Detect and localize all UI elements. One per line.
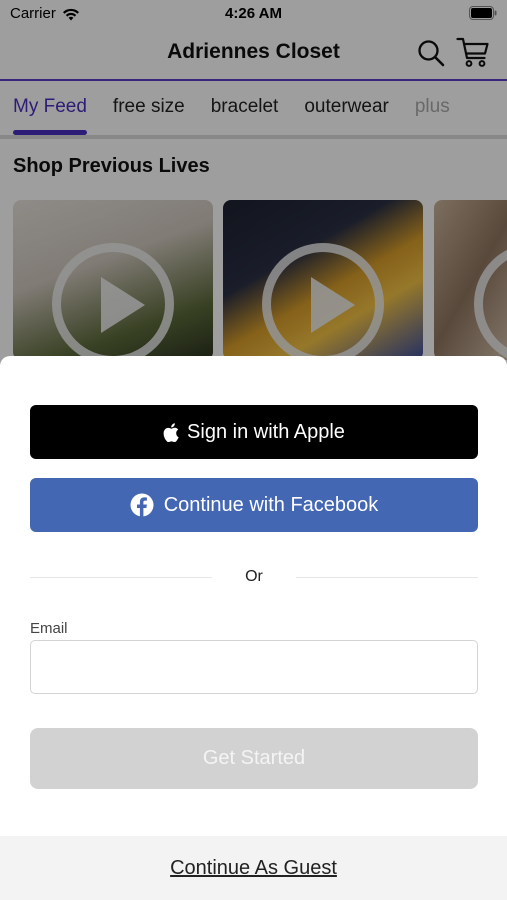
- guest-bar: Continue As Guest: [0, 836, 507, 900]
- or-divider: Or: [30, 566, 478, 590]
- login-sheet: Sign in with Apple Continue with Faceboo…: [0, 356, 507, 900]
- sign-in-with-apple-button[interactable]: Sign in with Apple: [30, 405, 478, 459]
- apple-icon: [163, 422, 179, 442]
- email-field[interactable]: [30, 640, 478, 694]
- facebook-icon: [130, 493, 154, 517]
- get-started-button[interactable]: Get Started: [30, 728, 478, 789]
- facebook-button-label: Continue with Facebook: [163, 493, 379, 516]
- continue-as-guest-link[interactable]: Continue As Guest: [170, 857, 337, 880]
- apple-button-label: Sign in with Apple: [187, 420, 345, 443]
- get-started-label: Get Started: [202, 747, 306, 769]
- email-label: Email: [30, 620, 68, 637]
- continue-with-facebook-button[interactable]: Continue with Facebook: [30, 478, 478, 532]
- divider-line: [296, 577, 478, 578]
